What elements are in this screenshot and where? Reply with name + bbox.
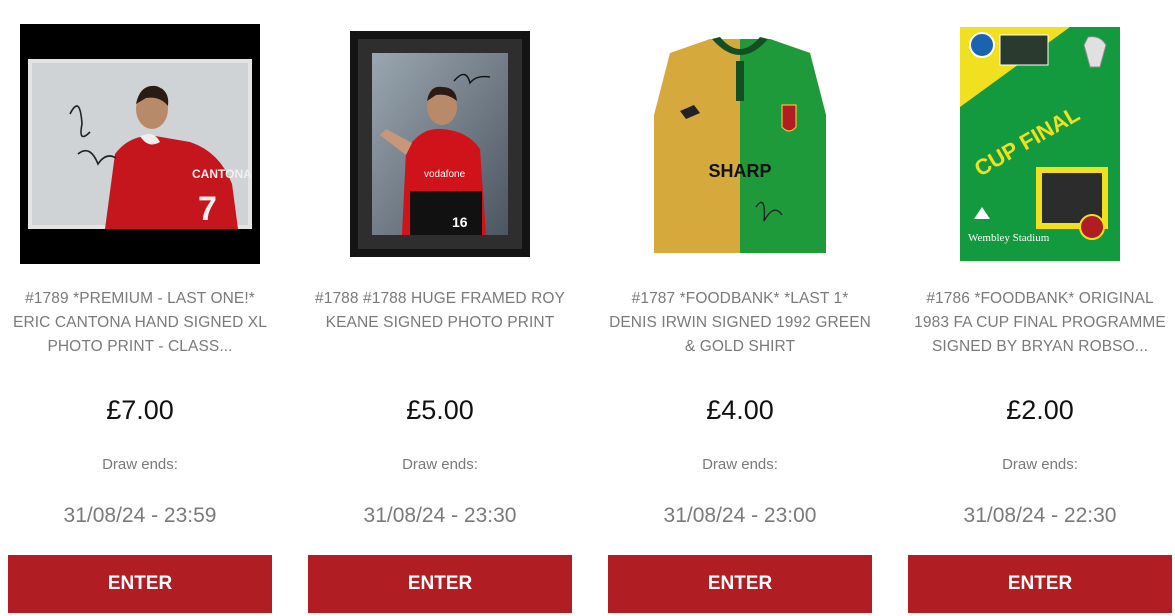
framed-photo-keane-icon: vodafone 16 xyxy=(350,31,530,257)
draw-end-date: 31/08/24 - 23:59 xyxy=(63,504,217,527)
draw-ends-label: Draw ends: xyxy=(1002,456,1078,473)
product-title[interactable]: #1787 *FOODBANK* *LAST 1* DENIS IRWIN SI… xyxy=(608,287,872,359)
product-price: £4.00 xyxy=(706,395,774,425)
product-image[interactable]: vodafone 16 xyxy=(314,20,566,268)
cup-final-programme-icon: CUP FINAL Wembley Stadium xyxy=(960,27,1120,261)
svg-text:CANTONA: CANTONA xyxy=(192,167,252,181)
product-price: £2.00 xyxy=(1006,395,1074,425)
product-image[interactable]: CUP FINAL Wembley Stadium xyxy=(914,20,1166,268)
signed-photo-cantona-icon: CANTONA 7 xyxy=(20,24,260,264)
product-price: £7.00 xyxy=(106,395,174,425)
svg-text:16: 16 xyxy=(452,214,468,230)
product-title[interactable]: #1788 #1788 HUGE FRAMED ROY KEANE SIGNED… xyxy=(308,287,572,335)
product-card: CUP FINAL Wembley Stadium #1786 *FOODBAN… xyxy=(908,0,1172,616)
draw-ends-label: Draw ends: xyxy=(402,456,478,473)
enter-button[interactable]: ENTER xyxy=(608,555,872,613)
product-title[interactable]: #1786 *FOODBANK* ORIGINAL 1983 FA CUP FI… xyxy=(908,287,1172,359)
product-title[interactable]: #1789 *PREMIUM - LAST ONE!* ERIC CANTONA… xyxy=(8,287,272,359)
product-image[interactable]: SHARP xyxy=(614,20,866,268)
svg-text:vodafone: vodafone xyxy=(424,169,466,180)
programme-venue: Wembley Stadium xyxy=(968,232,1050,244)
enter-button[interactable]: ENTER xyxy=(908,555,1172,613)
shirt-sponsor: SHARP xyxy=(708,161,771,181)
green-gold-shirt-icon: SHARP xyxy=(654,37,826,253)
product-card: SHARP #1787 *FOODBANK* *LAST 1* DENIS IR… xyxy=(608,0,872,616)
product-price: £5.00 xyxy=(406,395,474,425)
draw-end-date: 31/08/24 - 22:30 xyxy=(963,504,1117,527)
enter-button[interactable]: ENTER xyxy=(8,555,272,613)
product-card: vodafone 16 #1788 #1788 HUGE FRAMED ROY … xyxy=(308,0,572,616)
svg-text:7: 7 xyxy=(198,190,217,228)
product-grid: CANTONA 7 #1789 *PREMIUM - LAST ONE!* ER… xyxy=(0,0,1175,616)
enter-button[interactable]: ENTER xyxy=(308,555,572,613)
draw-end-date: 31/08/24 - 23:30 xyxy=(363,504,517,527)
draw-ends-label: Draw ends: xyxy=(702,456,778,473)
product-image[interactable]: CANTONA 7 xyxy=(14,20,266,268)
draw-end-date: 31/08/24 - 23:00 xyxy=(663,504,817,527)
draw-ends-label: Draw ends: xyxy=(102,456,178,473)
product-card: CANTONA 7 #1789 *PREMIUM - LAST ONE!* ER… xyxy=(8,0,272,616)
